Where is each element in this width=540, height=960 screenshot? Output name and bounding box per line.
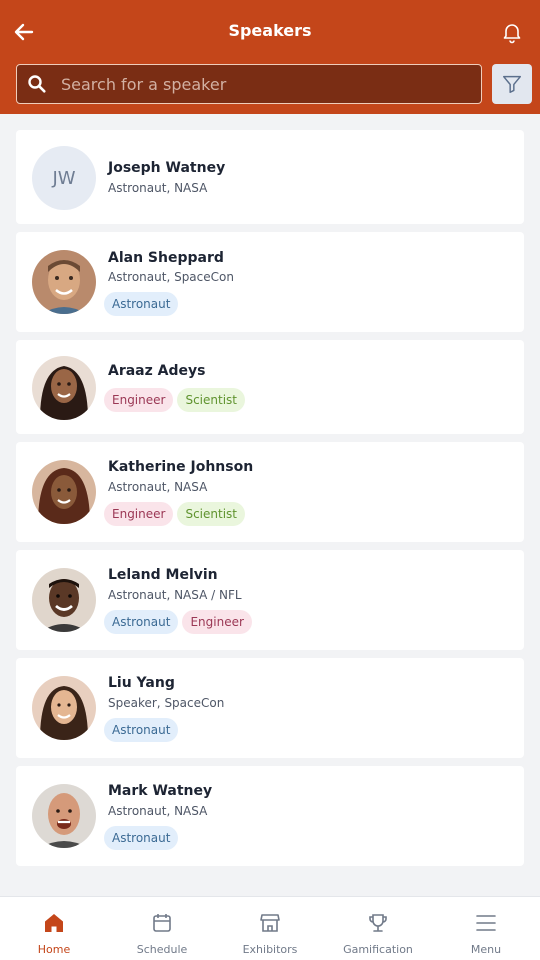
tab-label: Exhibitors (242, 943, 298, 956)
tag-engineer: Engineer (182, 610, 252, 634)
calendar-icon (153, 914, 171, 932)
store-icon (260, 914, 280, 932)
speaker-name: Araaz Adeys (108, 363, 206, 379)
speaker-name: Leland Melvin (108, 567, 218, 583)
speaker-role: Speaker, SpaceCon (108, 696, 225, 710)
speaker-card[interactable]: JW Joseph Watney Astronaut, NASA (16, 130, 524, 224)
avatar (32, 460, 96, 524)
speaker-role: Astronaut, NASA (108, 181, 208, 195)
trophy-icon (369, 914, 387, 932)
tab-schedule[interactable]: Schedule (108, 897, 216, 960)
tab-gamification[interactable]: Gamification (324, 897, 432, 960)
tag-astronaut: Astronaut (104, 610, 179, 634)
search-icon (28, 75, 46, 93)
speaker-name: Katherine Johnson (108, 459, 254, 475)
tag-list: Astronaut Engineer (104, 610, 252, 634)
avatar (32, 568, 96, 632)
avatar (32, 250, 96, 314)
speaker-role: Astronaut, SpaceCon (108, 270, 234, 284)
tag-engineer: Engineer (104, 502, 174, 526)
speaker-name: Mark Watney (108, 783, 213, 799)
speaker-name: Liu Yang (108, 675, 175, 691)
avatar: JW (32, 146, 96, 210)
tab-label: Schedule (136, 943, 188, 956)
speaker-card[interactable]: Katherine Johnson Astronaut, NASA Engine… (16, 442, 524, 542)
app-header: Speakers (0, 0, 540, 114)
tab-home[interactable]: Home (0, 897, 108, 960)
home-icon (45, 914, 63, 932)
tag-scientist: Scientist (177, 388, 245, 412)
tab-label: Home (37, 943, 71, 956)
tab-exhibitors[interactable]: Exhibitors (216, 897, 324, 960)
filter-button[interactable] (492, 64, 532, 104)
tab-menu[interactable]: Menu (432, 897, 540, 960)
menu-icon (476, 915, 496, 931)
speaker-name: Alan Sheppard (108, 250, 224, 266)
tag-astronaut: Astronaut (104, 718, 179, 742)
tag-list: Engineer Scientist (104, 388, 245, 412)
avatar (32, 356, 96, 420)
speaker-list: JW Joseph Watney Astronaut, NASA Alan Sh… (16, 130, 524, 874)
avatar (32, 676, 96, 740)
speaker-card[interactable]: Liu Yang Speaker, SpaceCon Astronaut (16, 658, 524, 758)
tag-list: Engineer Scientist (104, 502, 245, 526)
speaker-card[interactable]: Alan Sheppard Astronaut, SpaceCon Astron… (16, 232, 524, 332)
speaker-card[interactable]: Araaz Adeys Engineer Scientist (16, 340, 524, 434)
search-bar (16, 64, 482, 104)
search-input[interactable] (61, 74, 461, 94)
speaker-role: Astronaut, NASA (108, 480, 208, 494)
tag-scientist: Scientist (177, 502, 245, 526)
tag-astronaut: Astronaut (104, 826, 179, 850)
speaker-name: Joseph Watney (108, 160, 226, 176)
tag-astronaut: Astronaut (104, 292, 179, 316)
avatar (32, 784, 96, 848)
tab-label: Menu (470, 943, 502, 956)
speaker-card[interactable]: Mark Watney Astronaut, NASA Astronaut (16, 766, 524, 866)
speaker-card[interactable]: Leland Melvin Astronaut, NASA / NFL Astr… (16, 550, 524, 650)
filter-icon (503, 75, 521, 93)
avatar-initials: JW (52, 167, 76, 189)
tag-list: Astronaut (104, 718, 179, 742)
tab-label: Gamification (343, 943, 413, 956)
speaker-role: Astronaut, NASA / NFL (108, 588, 242, 602)
page-title: Speakers (228, 21, 312, 40)
speaker-role: Astronaut, NASA (108, 804, 208, 818)
bottom-tab-bar: Home Schedule Exhibitors Gamification Me… (0, 896, 540, 960)
tag-list: Astronaut (104, 292, 179, 316)
tag-list: Astronaut (104, 826, 179, 850)
tag-engineer: Engineer (104, 388, 174, 412)
bell-icon[interactable] (500, 20, 524, 44)
